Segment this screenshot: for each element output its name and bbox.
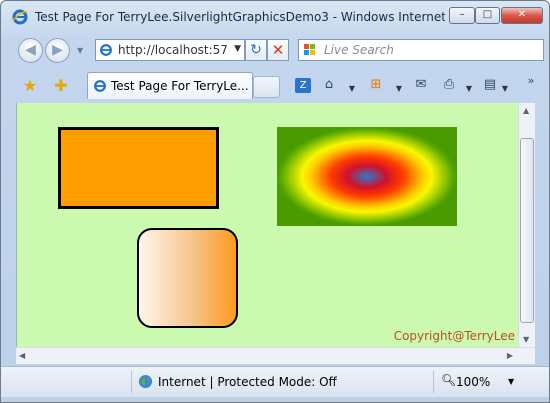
scroll-right-arrow-icon[interactable]: ▶ [507,351,513,360]
refresh-icon: ↻ [250,42,262,58]
address-bar[interactable]: http://localhost:57 ▼ [95,39,245,61]
address-url[interactable]: http://localhost:57 [118,43,228,57]
title-bar[interactable]: Test Page For TerryLee.SilverlightGraphi… [1,1,549,31]
stop-icon: ✕ [271,41,285,59]
vertical-scrollbar[interactable]: ▲ ▼ [518,103,535,347]
stop-button[interactable]: ✕ [267,39,289,61]
home-dropdown[interactable]: ▼ [347,80,357,98]
browser-window: Test Page For TerryLee.SilverlightGraphi… [0,0,550,403]
print-dropdown[interactable]: ▼ [464,80,474,98]
favorites-star-icon[interactable]: ★ [19,75,41,97]
vertical-scroll-thumb[interactable] [520,138,534,323]
status-divider [433,371,434,393]
status-bar: Internet | Protected Mode: Off 🔍︎ 100% ▼ [1,366,549,397]
page-dropdown[interactable]: ▼ [500,80,510,98]
quick-tabs-icon[interactable]: Z [295,78,311,93]
rounded-gradient-rectangle [137,228,238,328]
history-dropdown[interactable]: ▼ [77,46,83,55]
home-icon[interactable]: ⌂ [319,76,339,94]
internet-globe-icon [138,374,153,389]
orange-rectangle [58,127,219,209]
add-favorites-icon[interactable]: ✚ [50,75,72,97]
window-title: Test Page For TerryLee.SilverlightGraphi… [35,10,445,24]
search-input[interactable]: Live Search [324,43,394,57]
tab-label: Test Page For TerryLe... [111,79,249,93]
scroll-left-arrow-icon[interactable]: ◀ [19,351,25,360]
new-tab-button[interactable] [253,76,280,98]
search-box[interactable]: Live Search [298,39,544,61]
mail-icon[interactable]: ✉ [412,76,430,94]
live-search-icon [304,44,315,55]
feeds-dropdown[interactable]: ▼ [394,80,404,98]
address-dropdown[interactable]: ▼ [234,44,241,54]
forward-arrow-icon: ▶ [52,42,63,58]
maximize-button[interactable]: □ [475,7,500,24]
security-zone-text[interactable]: Internet | Protected Mode: Off [158,375,337,389]
ie-page-icon [100,44,112,56]
status-divider [131,371,132,393]
print-icon[interactable]: ⎙ [439,76,459,94]
tab-active[interactable]: Test Page For TerryLe... [87,72,253,99]
feeds-icon[interactable]: ⊞ [367,76,385,94]
back-arrow-icon: ◀ [25,42,36,58]
scroll-up-arrow-icon[interactable]: ▲ [523,106,529,115]
close-button[interactable]: ✕ [501,7,543,24]
copyright-text: Copyright@TerryLee [393,329,515,343]
zoom-level[interactable]: 100% [456,375,490,389]
page-icon[interactable]: ▤ [481,76,499,94]
minimize-button[interactable]: – [449,7,475,24]
horizontal-scrollbar[interactable]: ◀ ▶ [16,347,535,364]
silverlight-content[interactable]: Copyright@TerryLee [16,103,519,347]
ie-logo-icon [12,9,28,25]
refresh-button[interactable]: ↻ [245,39,267,61]
tab-row: ★ ✚ Test Page For TerryLe... Z ⌂ ▼ ⊞ ▼ ✉… [1,69,549,102]
address-row: ◀ ▶ ▼ http://localhost:57 ▼ ↻ ✕ Live Sea… [1,33,549,67]
radial-gradient-rectangle [277,127,457,226]
more-tools-button[interactable]: » [525,72,537,90]
scroll-down-arrow-icon[interactable]: ▼ [523,335,529,344]
forward-button[interactable]: ▶ [45,38,70,63]
zoom-magnifier-icon[interactable]: 🔍︎ [441,373,456,387]
back-button[interactable]: ◀ [18,38,43,63]
zoom-dropdown[interactable]: ▼ [508,377,514,386]
ie-page-icon [94,80,106,92]
